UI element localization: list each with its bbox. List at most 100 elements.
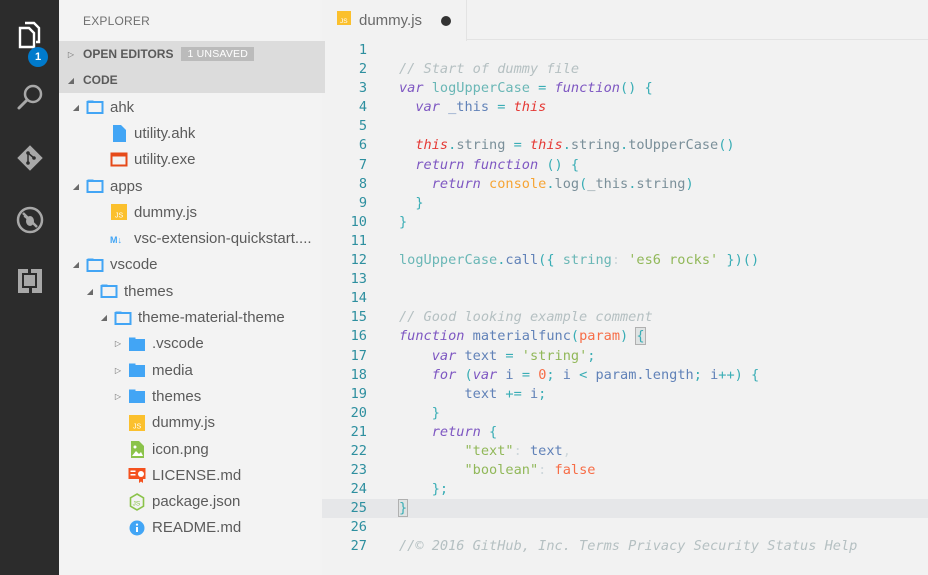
code-token: ; [693,366,702,383]
line-number: 18 [350,366,367,383]
code-token: //© 2016 GitHub, Inc. Terms Privacy Secu… [399,538,858,555]
code-line[interactable]: 10} [322,213,928,232]
code-line[interactable]: 4 var _this = this [322,98,928,117]
code-line[interactable]: 26 [322,518,928,537]
code-text: "boolean": false [399,461,595,480]
code-text: // Good looking example comment [399,308,653,327]
activity-search[interactable] [0,72,59,122]
line-number: 10 [350,213,367,230]
tree-item[interactable]: ◢ apps [59,173,322,199]
tree-item[interactable]: ▷ themes [59,383,322,409]
tree-item[interactable]: JS dummy.js [59,199,322,225]
tree-item[interactable]: LICENSE.md [59,462,322,488]
code-token: = [513,137,522,154]
tree-item[interactable]: ◢ ahk [59,94,322,120]
line-number: 23 [350,462,367,479]
tree-item[interactable]: icon.png [59,436,322,462]
code-line[interactable]: 21 return { [322,423,928,442]
sidebar-title: EXPLORER [83,14,150,28]
code-token: string [562,252,612,269]
code-line[interactable]: 22 "text": text, [322,442,928,461]
chevron-right-icon: ▷ [114,365,122,375]
code-text: var logUpperCase = function() { [399,79,653,98]
code-token: : [513,442,530,459]
code-line[interactable]: 3 var logUpperCase = function() { [322,79,928,98]
code-line[interactable]: 8 return console.log(_this.string) [322,175,928,194]
code-line[interactable]: 14 [322,289,928,308]
tree-item-label: dummy.js [152,414,216,432]
code-line[interactable]: 25} [322,499,928,519]
folder-open-icon [100,282,118,300]
unsaved-dot-icon[interactable] [441,15,452,26]
open-editors-section[interactable]: ▷ OPEN EDITORS 1 UNSAVED [59,41,322,67]
code-line[interactable]: 2 // Start of dummy file [322,60,928,79]
code-token: var [415,99,440,116]
activity-extensions[interactable] [0,256,59,306]
activity-explorer[interactable]: 1 [0,10,59,67]
code-token: ; [546,366,555,383]
chevron-down-icon: ◢ [72,260,80,270]
tree-item-label: LICENSE.md [152,466,242,484]
code-line[interactable]: 24 }; [322,480,928,499]
tab-dummy-js[interactable]: JS dummy.js [322,0,467,41]
tree-item-label: utility.ahk [134,124,196,142]
tree-item[interactable]: ◢ vscode [59,252,322,278]
code-token: this [513,99,547,116]
code-line[interactable]: 18 for (var i = 0; i < param.length; i++… [322,366,928,385]
code-line[interactable]: 23 "boolean": false [322,461,928,480]
code-line[interactable]: 13 [322,270,928,289]
code-token: . [620,137,629,154]
tree-item[interactable]: utility.exe [59,147,322,173]
code-token: } [399,213,408,230]
code-line[interactable]: 1 [322,41,928,60]
code-line[interactable]: 27 //© 2016 GitHub, Inc. Terms Privacy Se… [322,537,928,556]
code-text: return { [399,423,497,442]
code-line[interactable]: 16 function materialfunc(param) { [322,327,928,346]
folder-open-icon [86,256,104,274]
code-token: ( [570,328,580,345]
svg-text:JS: JS [133,423,142,430]
tree-item[interactable]: ▷ media [59,357,322,383]
code-line[interactable]: 19 text += i; [322,385,928,404]
activity-git[interactable] [0,133,59,183]
code-line[interactable]: 9 } [322,194,928,213]
line-number: 24 [350,481,367,498]
code-token: console [489,175,547,192]
code-token: i [497,366,522,383]
code-text: this.string = this.string.toUpperCase() [399,136,734,155]
file-icon [110,124,128,142]
code-editor[interactable]: 1 2// Start of dummy file 3 var logUpperCas… [322,41,928,557]
tree-item[interactable]: JS package.json [59,488,322,514]
open-editors-label: OPEN EDITORS [83,47,174,61]
code-section[interactable]: ◢ CODE [59,67,322,93]
tree-item[interactable]: M↓ vsc-extension-quickstart.... [59,225,322,251]
code-text: for (var i = 0; i < param.length; i++) { [399,366,759,385]
code-token: string [570,137,621,154]
tree-item[interactable]: README.md [59,515,322,541]
code-line[interactable]: 20 } [322,404,928,423]
code-line[interactable]: 6 this.string = this.string.toUpperCase(… [322,136,928,155]
tree-item[interactable]: ◢ themes [59,278,322,304]
code-line[interactable]: 17 var text = 'string'; [322,347,928,366]
activity-debug[interactable] [0,195,59,245]
line-number: 7 [358,156,367,173]
markdown-icon: M↓ [110,230,128,248]
code-token: = [505,347,514,364]
code-line[interactable]: 12 logUpperCase.call({ string: 'es6 rocks… [322,251,928,270]
tree-item[interactable]: JS dummy.js [59,410,322,436]
tree-item[interactable]: ◢ theme-material-theme [59,304,322,330]
explorer-badge: 1 [28,47,48,67]
tree-item[interactable]: ▷ .vscode [59,331,322,357]
code-line[interactable]: 5 [322,117,928,136]
code-line[interactable]: 15 // Good looking example comment [322,308,928,327]
code-token: } [397,499,409,518]
code-line[interactable]: 7 return function () { [322,156,928,175]
line-number: 25 [350,500,367,517]
code-token: : [611,252,629,269]
tree-item[interactable]: utility.ahk [59,120,322,146]
code-line[interactable]: 11 [322,232,928,251]
